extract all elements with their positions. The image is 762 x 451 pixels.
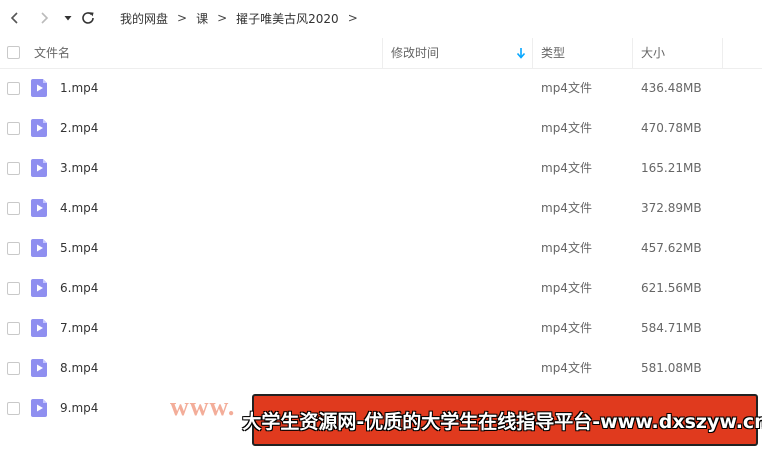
forward-icon (41, 12, 49, 24)
column-header-type[interactable]: 类型 (541, 38, 565, 68)
breadcrumb-item-root[interactable]: 我的网盘 (120, 10, 168, 27)
file-size: 372.89MB (641, 201, 702, 215)
dropdown-icon (64, 16, 72, 21)
video-file-icon (31, 119, 47, 137)
table-header: 文件名 修改时间 类型 大小 (0, 38, 762, 69)
video-file-icon (31, 159, 47, 177)
file-name[interactable]: 5.mp4 (60, 228, 98, 268)
row-checkbox[interactable] (7, 282, 20, 295)
breadcrumb: 我的网盘 > 课 > 擢子唯美古风2020 > (120, 9, 367, 27)
breadcrumb-separator: > (217, 11, 228, 25)
row-checkbox[interactable] (7, 362, 20, 375)
video-file-icon (31, 319, 47, 337)
column-divider[interactable] (722, 38, 723, 68)
file-type: mp4文件 (541, 361, 592, 375)
file-name[interactable]: 8.mp4 (60, 348, 98, 388)
file-name[interactable]: 3.mp4 (60, 148, 98, 188)
breadcrumb-item-course[interactable]: 课 (196, 10, 208, 27)
file-type: mp4文件 (541, 81, 592, 95)
file-size: 457.62MB (641, 241, 702, 255)
column-divider[interactable] (382, 38, 383, 68)
breadcrumb-separator: > (177, 11, 188, 25)
breadcrumb-item-current[interactable]: 擢子唯美古风2020 (236, 10, 339, 27)
table-row[interactable]: 6.mp4 mp4文件 621.56MB (0, 268, 762, 308)
watermark-banner-text: 大学生资源网-优质的大学生在线指导平台-www.dxszyw.cn (242, 410, 762, 433)
row-checkbox[interactable] (7, 122, 20, 135)
row-checkbox[interactable] (7, 162, 20, 175)
file-type: mp4文件 (541, 201, 592, 215)
row-checkbox[interactable] (7, 82, 20, 95)
file-type: mp4文件 (541, 161, 592, 175)
file-type: mp4文件 (541, 321, 592, 335)
file-size: 470.78MB (641, 121, 702, 135)
select-all-checkbox[interactable] (7, 46, 20, 59)
file-name[interactable]: 2.mp4 (60, 108, 98, 148)
video-file-icon (31, 399, 47, 417)
row-checkbox[interactable] (7, 242, 20, 255)
file-size: 581.08MB (641, 361, 702, 375)
file-size: 436.48MB (641, 81, 702, 95)
file-type: mp4文件 (541, 121, 592, 135)
navigation-bar: 我的网盘 > 课 > 擢子唯美古风2020 > (0, 0, 762, 36)
refresh-icon (82, 12, 94, 24)
row-checkbox[interactable] (7, 402, 20, 415)
breadcrumb-separator: > (347, 11, 358, 25)
video-file-icon (31, 199, 47, 217)
row-checkbox[interactable] (7, 202, 20, 215)
video-file-icon (31, 279, 47, 297)
column-header-modified[interactable]: 修改时间 (391, 38, 439, 68)
file-size: 621.56MB (641, 281, 702, 295)
file-size: 584.71MB (641, 321, 702, 335)
back-icon (10, 12, 18, 24)
table-row[interactable]: 5.mp4 mp4文件 457.62MB (0, 228, 762, 268)
file-name[interactable]: 1.mp4 (60, 68, 98, 108)
file-name[interactable]: 7.mp4 (60, 308, 98, 348)
video-file-icon (31, 359, 47, 377)
file-size: 165.21MB (641, 161, 702, 175)
column-header-name[interactable]: 文件名 (34, 38, 70, 68)
file-browser: 我的网盘 > 课 > 擢子唯美古风2020 > 文件名 修改时间 类型 大小 1… (0, 0, 762, 451)
watermark-url: www. (170, 392, 236, 421)
file-name[interactable]: 9.mp4 (60, 388, 98, 428)
file-name[interactable]: 6.mp4 (60, 268, 98, 308)
column-divider[interactable] (632, 38, 633, 68)
table-row[interactable]: 4.mp4 mp4文件 372.89MB (0, 188, 762, 228)
back-button[interactable] (5, 8, 25, 28)
file-type: mp4文件 (541, 241, 592, 255)
row-checkbox[interactable] (7, 322, 20, 335)
forward-button[interactable] (34, 8, 54, 28)
video-file-icon (31, 239, 47, 257)
sort-down-icon[interactable] (515, 46, 527, 60)
history-dropdown-button[interactable] (58, 8, 78, 28)
video-file-icon (31, 79, 47, 97)
file-name[interactable]: 4.mp4 (60, 188, 98, 228)
column-header-size[interactable]: 大小 (641, 38, 665, 68)
table-row[interactable]: 3.mp4 mp4文件 165.21MB (0, 148, 762, 188)
refresh-button[interactable] (78, 8, 98, 28)
table-row[interactable]: 7.mp4 mp4文件 584.71MB (0, 308, 762, 348)
file-type: mp4文件 (541, 281, 592, 295)
watermark-banner: 大学生资源网-优质的大学生在线指导平台-www.dxszyw.cn (242, 394, 762, 446)
table-row[interactable]: 1.mp4 mp4文件 436.48MB (0, 68, 762, 108)
column-divider[interactable] (532, 38, 533, 68)
table-row[interactable]: 2.mp4 mp4文件 470.78MB (0, 108, 762, 148)
table-row[interactable]: 8.mp4 mp4文件 581.08MB (0, 348, 762, 388)
